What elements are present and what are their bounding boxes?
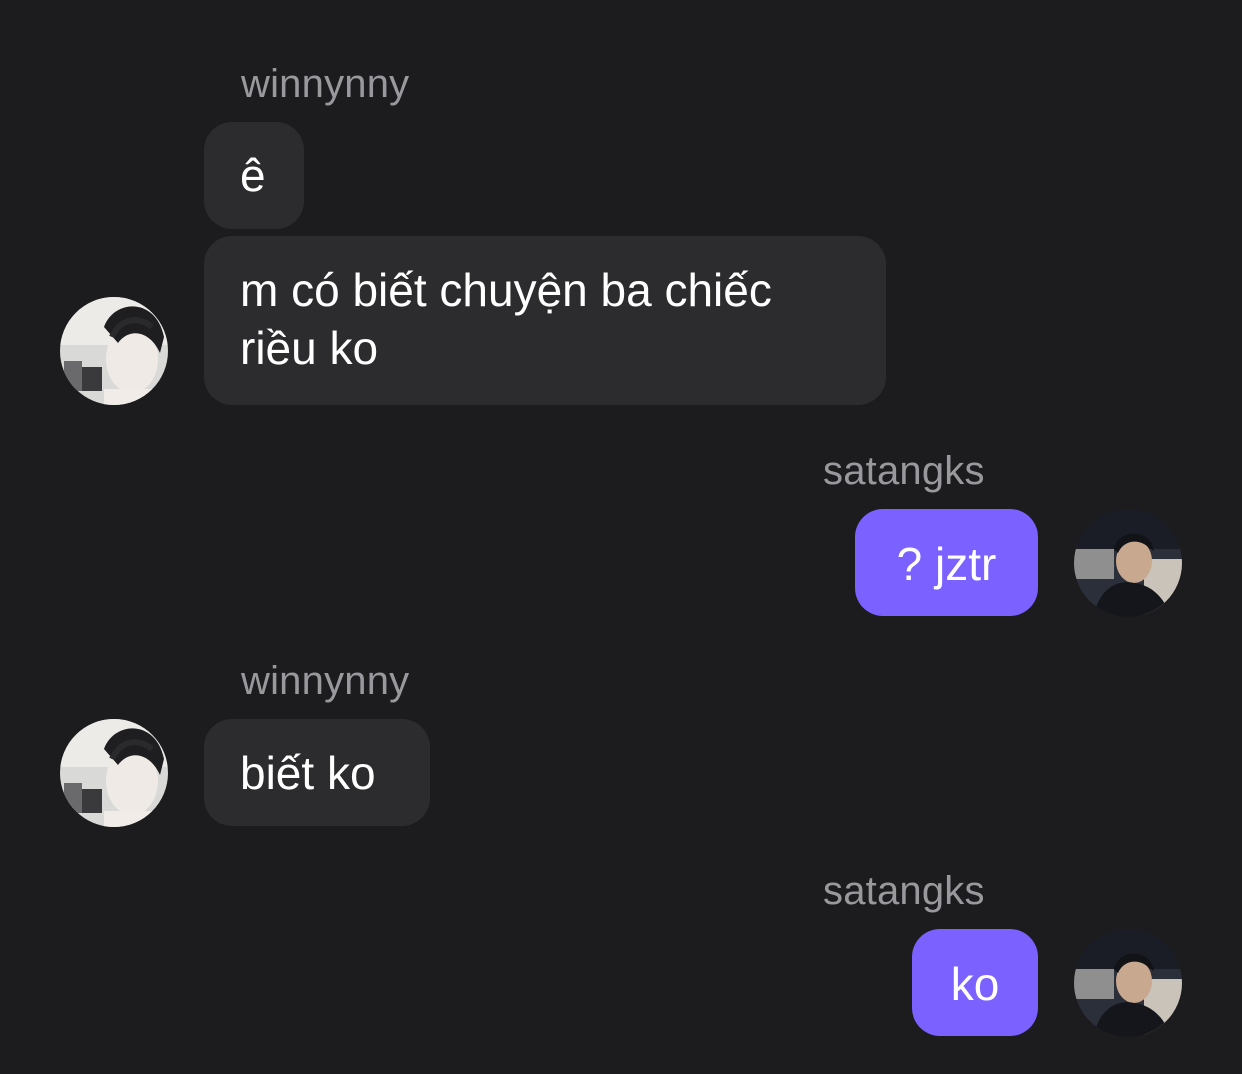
message-bubble[interactable]: ê — [204, 122, 304, 229]
sender-name: satangks — [823, 449, 985, 493]
message-text: ? jztr — [896, 538, 997, 590]
user-avatar-winnynny-icon[interactable] — [60, 297, 168, 405]
message-text: ko — [950, 958, 1000, 1010]
message-bubble[interactable]: ? jztr — [855, 509, 1038, 616]
user-avatar-winnynny-icon[interactable] — [60, 719, 168, 827]
message-text: riều ko — [240, 322, 379, 374]
user-avatar-satangks-icon[interactable] — [1074, 509, 1182, 617]
sender-name: satangks — [823, 869, 985, 913]
chat-screen: { "colors": { "background": "#1c1c1e", "… — [0, 0, 1242, 1074]
sender-name: winnynny — [241, 659, 410, 703]
user-avatar-satangks-icon[interactable] — [1074, 929, 1182, 1037]
sender-name: winnynny — [241, 62, 410, 106]
message-text: m có biết chuyện ba chiếc — [240, 264, 772, 316]
message-bubble[interactable]: m có biết chuyện ba chiếc riều ko — [204, 236, 886, 405]
message-bubble[interactable]: biết ko — [204, 719, 430, 826]
message-bubble[interactable]: ko — [912, 929, 1038, 1036]
message-text: ê — [240, 149, 266, 201]
message-text: biết ko — [240, 747, 376, 799]
